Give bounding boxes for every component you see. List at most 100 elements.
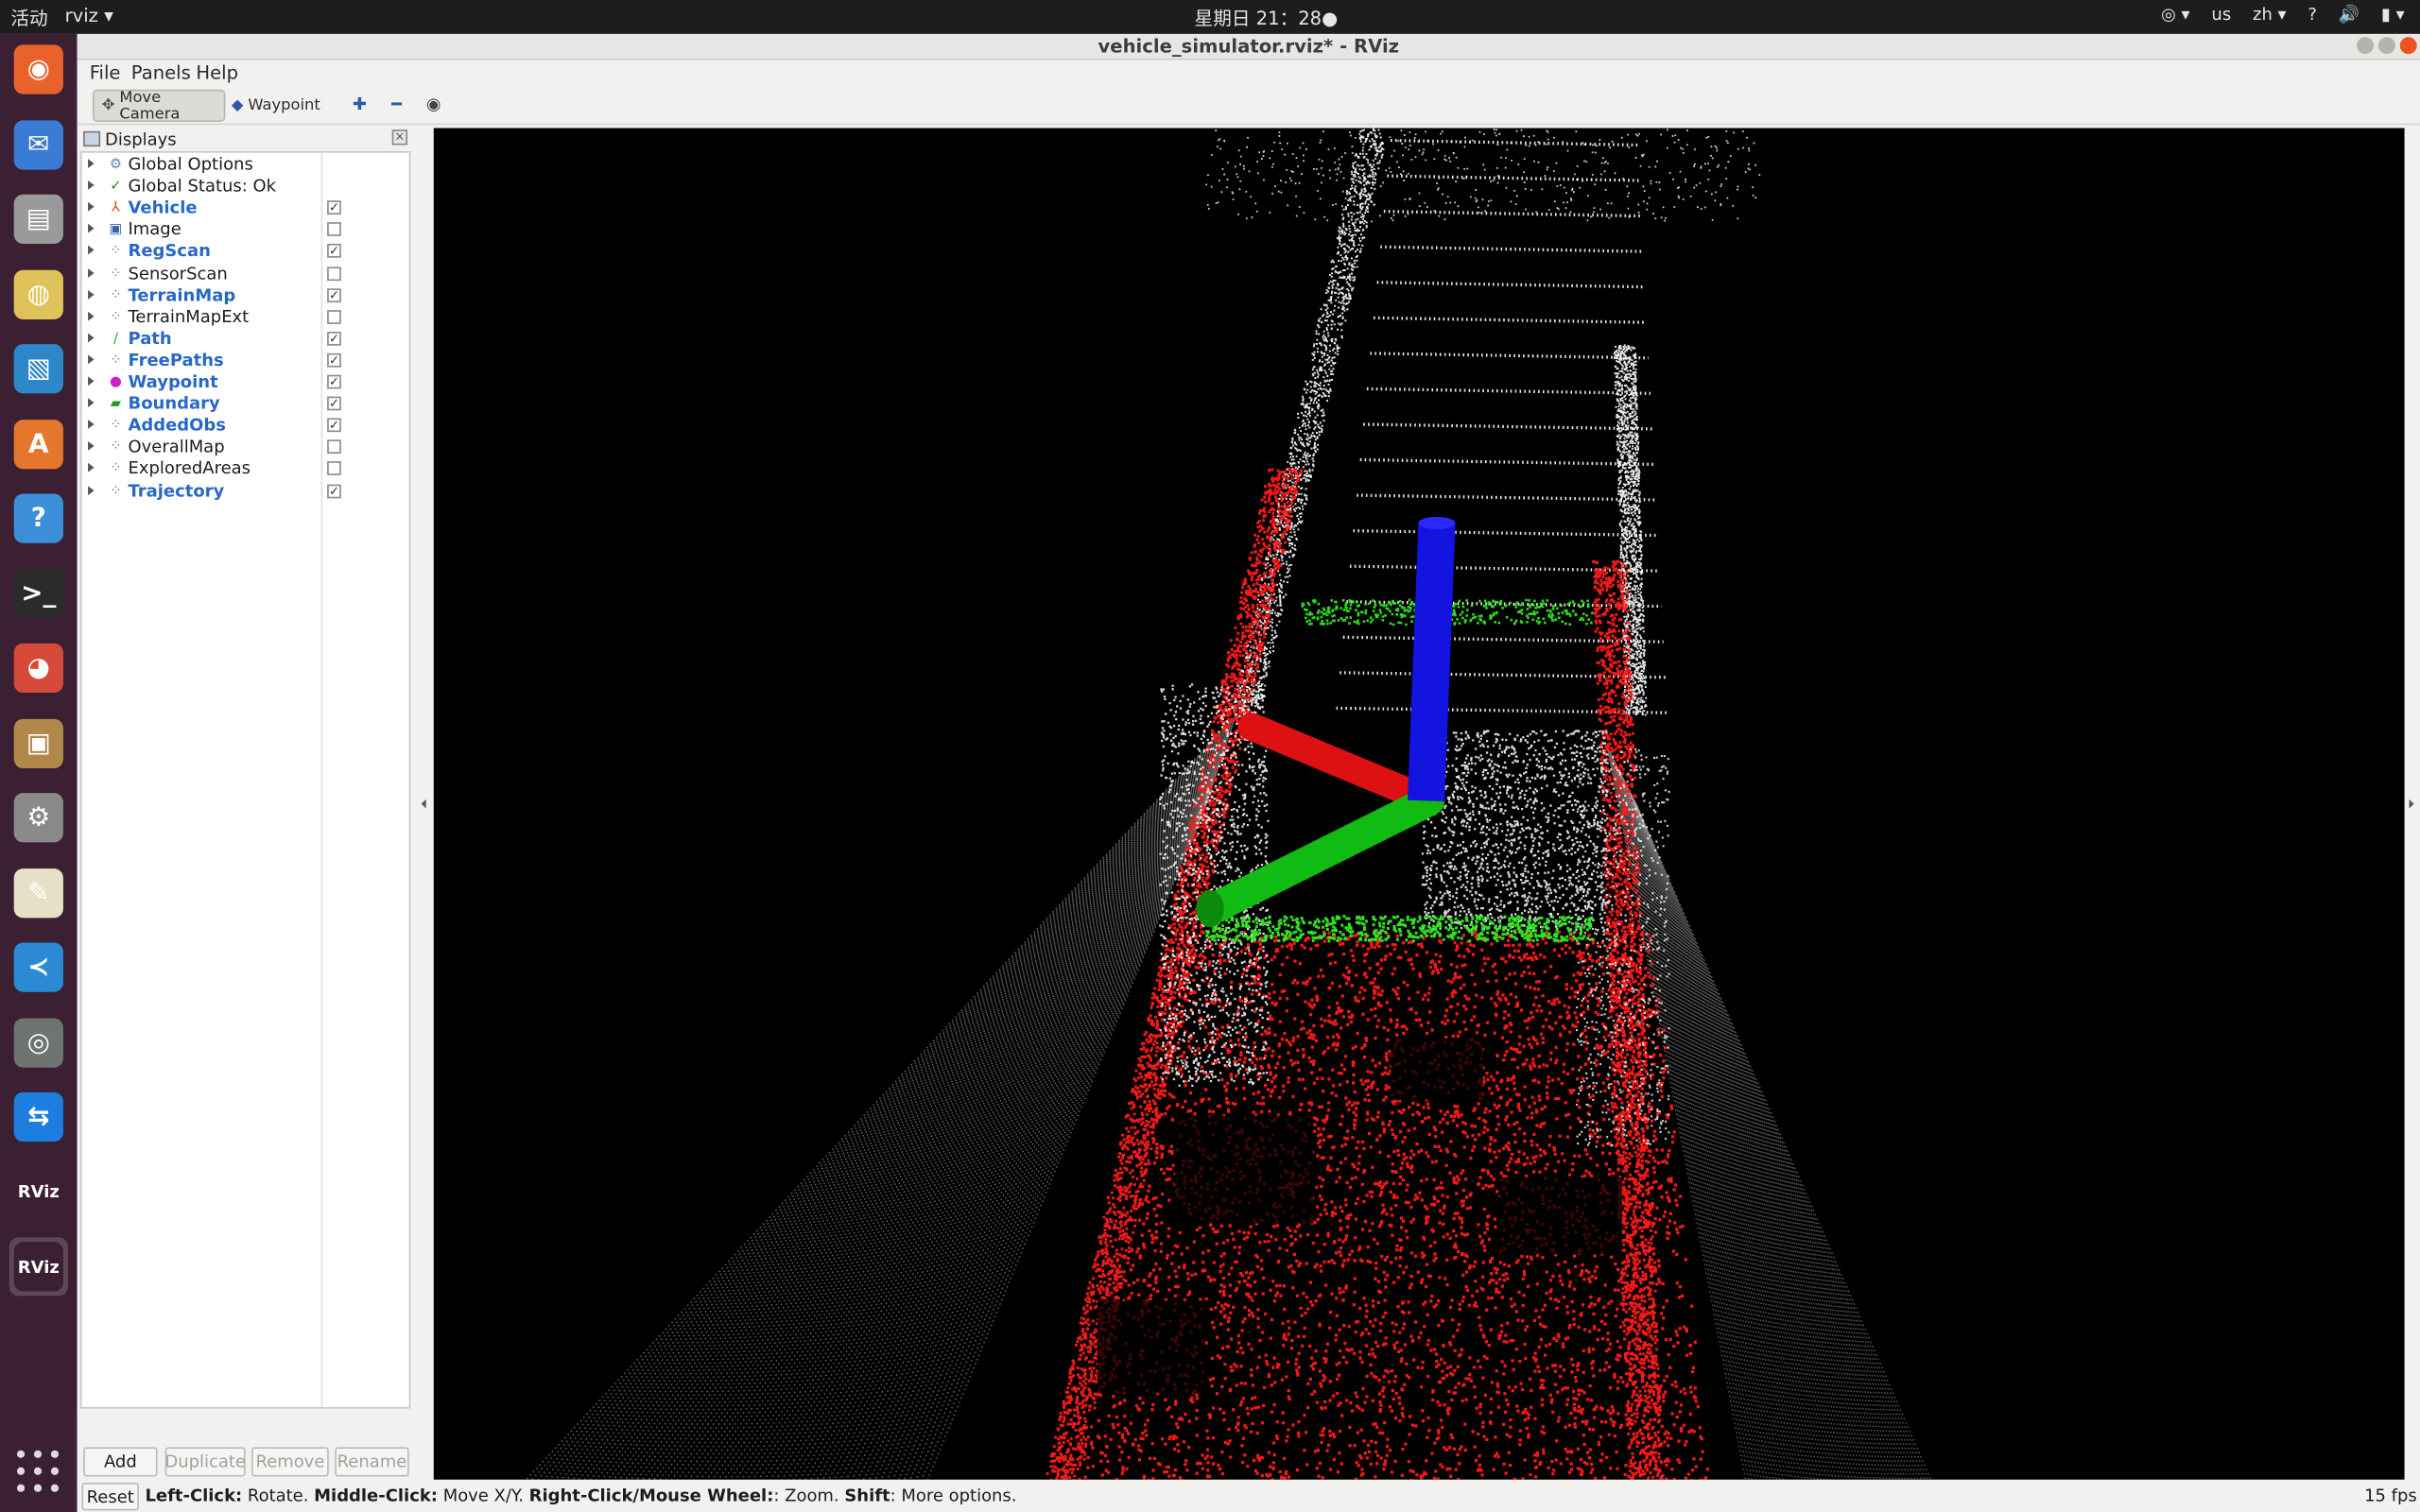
display-item[interactable]: ⁘ FreePaths ✓ [82, 350, 409, 371]
expand-arrow-icon[interactable] [88, 376, 95, 387]
menu-panels[interactable]: Panels [131, 61, 191, 83]
expand-arrow-icon[interactable] [88, 311, 95, 321]
hint-segment: Rotate. [242, 1486, 315, 1506]
display-enabled-checkbox[interactable] [327, 439, 341, 455]
maximize-icon[interactable] [2377, 37, 2395, 55]
expand-arrow-icon[interactable] [88, 441, 95, 452]
display-enabled-checkbox[interactable]: ✓ [327, 244, 341, 259]
expand-arrow-icon[interactable] [88, 398, 95, 408]
display-item[interactable]: ⚙ Global Options [82, 154, 409, 176]
add-button[interactable]: Add [83, 1447, 158, 1477]
display-enabled-checkbox[interactable]: ✓ [327, 200, 341, 215]
menu-help[interactable]: Help [196, 61, 238, 83]
clock[interactable]: 星期日 21：28● [1195, 5, 1339, 31]
menu-file[interactable]: File [90, 61, 121, 83]
expand-arrow-icon[interactable] [88, 267, 95, 278]
display-enabled-checkbox[interactable] [327, 266, 341, 281]
display-item[interactable]: ⁘ TerrainMap ✓ [82, 284, 409, 306]
show-applications-icon[interactable] [16, 1450, 60, 1494]
battery-icon[interactable]: ▮ ▾ [2381, 5, 2405, 25]
hint-segment: Right-Click/Mouse Wheel: [528, 1486, 774, 1506]
dock-chrome-icon[interactable]: ◕ [9, 639, 68, 697]
dock-teamviewer-icon[interactable]: ⇆ [9, 1088, 68, 1146]
display-enabled-checkbox[interactable]: ✓ [327, 483, 341, 498]
expand-arrow-icon[interactable] [88, 224, 95, 234]
camera-type-icon[interactable]: ◉ [423, 94, 444, 116]
display-enabled-checkbox[interactable] [327, 461, 341, 476]
display-enabled-checkbox[interactable]: ✓ [327, 287, 341, 302]
waypoint-tool[interactable]: ◆ Waypoint [224, 90, 320, 122]
display-item[interactable]: ⁘ RegScan ✓ [82, 241, 409, 263]
remove-button[interactable]: Remove [251, 1447, 329, 1477]
remove-tool-icon[interactable]: ━ [386, 94, 407, 116]
fps-readout: 15 fps [2364, 1486, 2417, 1506]
display-enabled-checkbox[interactable]: ✓ [327, 396, 341, 411]
dock-firefox-icon[interactable]: ◉ [9, 40, 68, 98]
close-icon[interactable] [2399, 37, 2417, 55]
dock-rhythmbox-icon[interactable]: ◍ [9, 265, 68, 323]
activities-button[interactable]: 活动 [10, 5, 47, 31]
dock-rviz-2-icon[interactable]: RViz [9, 1237, 68, 1297]
dock-text-editor-icon[interactable]: ✎ [9, 863, 68, 921]
display-item[interactable]: ⁘ OverallMap [82, 438, 409, 459]
display-item[interactable]: ⁘ AddedObs ✓ [82, 415, 409, 437]
dock-archive-icon[interactable]: ▣ [9, 713, 68, 772]
display-item[interactable]: ✓ Global Status: Ok [82, 176, 409, 198]
dock-rviz-1-icon[interactable]: RViz [9, 1162, 68, 1221]
expand-arrow-icon[interactable] [88, 354, 95, 365]
reset-button[interactable]: Reset [81, 1482, 139, 1511]
display-item[interactable]: ▣ Image [82, 219, 409, 241]
point-cloud-scene[interactable] [434, 128, 2405, 1480]
display-enabled-checkbox[interactable]: ✓ [327, 418, 341, 433]
dock-system-tools-icon[interactable]: ⚙ [9, 788, 68, 847]
add-tool-icon[interactable]: ✚ [349, 94, 371, 116]
accessibility-icon[interactable]: ◎ ▾ [2161, 5, 2189, 25]
3d-view[interactable] [433, 128, 2405, 1480]
display-enabled-checkbox[interactable]: ✓ [327, 331, 341, 346]
panel-close-icon[interactable]: × [391, 129, 408, 146]
display-label: Trajectory [128, 480, 225, 501]
rename-button[interactable]: Rename [335, 1447, 409, 1477]
dock-files-icon[interactable]: ▤ [9, 190, 68, 249]
left-splitter[interactable] [411, 126, 434, 1482]
display-item[interactable]: ▰ Boundary ✓ [82, 393, 409, 415]
display-enabled-checkbox[interactable]: ✓ [327, 374, 341, 389]
right-splitter[interactable] [2404, 126, 2420, 1482]
expand-arrow-icon[interactable] [88, 333, 95, 343]
display-item[interactable]: ⁘ ExploredAreas [82, 459, 409, 481]
display-item[interactable]: ∕ Path ✓ [82, 328, 409, 350]
app-menu[interactable]: rviz ▾ [65, 5, 113, 26]
system-tray[interactable]: ◎ ▾ us zh ▾ ? 🔊 ▮ ▾ [2161, 5, 2404, 25]
expand-arrow-icon[interactable] [88, 159, 95, 168]
display-item[interactable]: ⅄ Vehicle ✓ [82, 198, 409, 219]
display-item[interactable]: ⁘ Trajectory ✓ [82, 481, 409, 503]
dock-terminal-icon[interactable]: >_ [9, 564, 68, 623]
display-item[interactable]: ⁘ SensorScan [82, 263, 409, 284]
dock-thunderbird-icon[interactable]: ✉ [9, 115, 68, 174]
help-icon[interactable]: ? [2308, 5, 2317, 25]
display-enabled-checkbox[interactable]: ✓ [327, 352, 341, 368]
expand-arrow-icon[interactable] [88, 246, 95, 256]
expand-arrow-icon[interactable] [88, 180, 95, 190]
display-enabled-checkbox[interactable] [327, 309, 341, 324]
minimize-icon[interactable] [2357, 37, 2375, 55]
dock-vscode-icon[interactable]: ≺ [9, 938, 68, 997]
keyboard-layout-indicator[interactable]: us [2211, 5, 2231, 25]
input-method-indicator[interactable]: zh ▾ [2253, 5, 2287, 25]
dock-eye-of-gnome-icon[interactable]: ◎ [9, 1013, 68, 1072]
dock-help-icon[interactable]: ? [9, 490, 68, 548]
display-item[interactable]: ⁘ TerrainMapExt [82, 306, 409, 328]
displays-tree[interactable]: ⚙ Global Options ✓ Global Status: Ok ⅄ Vehicl… [79, 150, 411, 1409]
display-item[interactable]: ● Waypoint ✓ [82, 371, 409, 393]
expand-arrow-icon[interactable] [88, 485, 95, 495]
display-enabled-checkbox[interactable] [327, 222, 341, 237]
expand-arrow-icon[interactable] [88, 289, 95, 300]
duplicate-button[interactable]: Duplicate [164, 1447, 246, 1477]
dock-libreoffice-impress-icon[interactable]: ▧ [9, 339, 68, 398]
expand-arrow-icon[interactable] [88, 202, 95, 212]
volume-icon[interactable]: 🔊 [2339, 5, 2360, 25]
expand-arrow-icon[interactable] [88, 420, 95, 430]
expand-arrow-icon[interactable] [88, 463, 95, 473]
dock-software-center-icon[interactable]: A [9, 414, 68, 472]
move-camera-tool[interactable]: ✥ Move Camera [92, 89, 226, 123]
